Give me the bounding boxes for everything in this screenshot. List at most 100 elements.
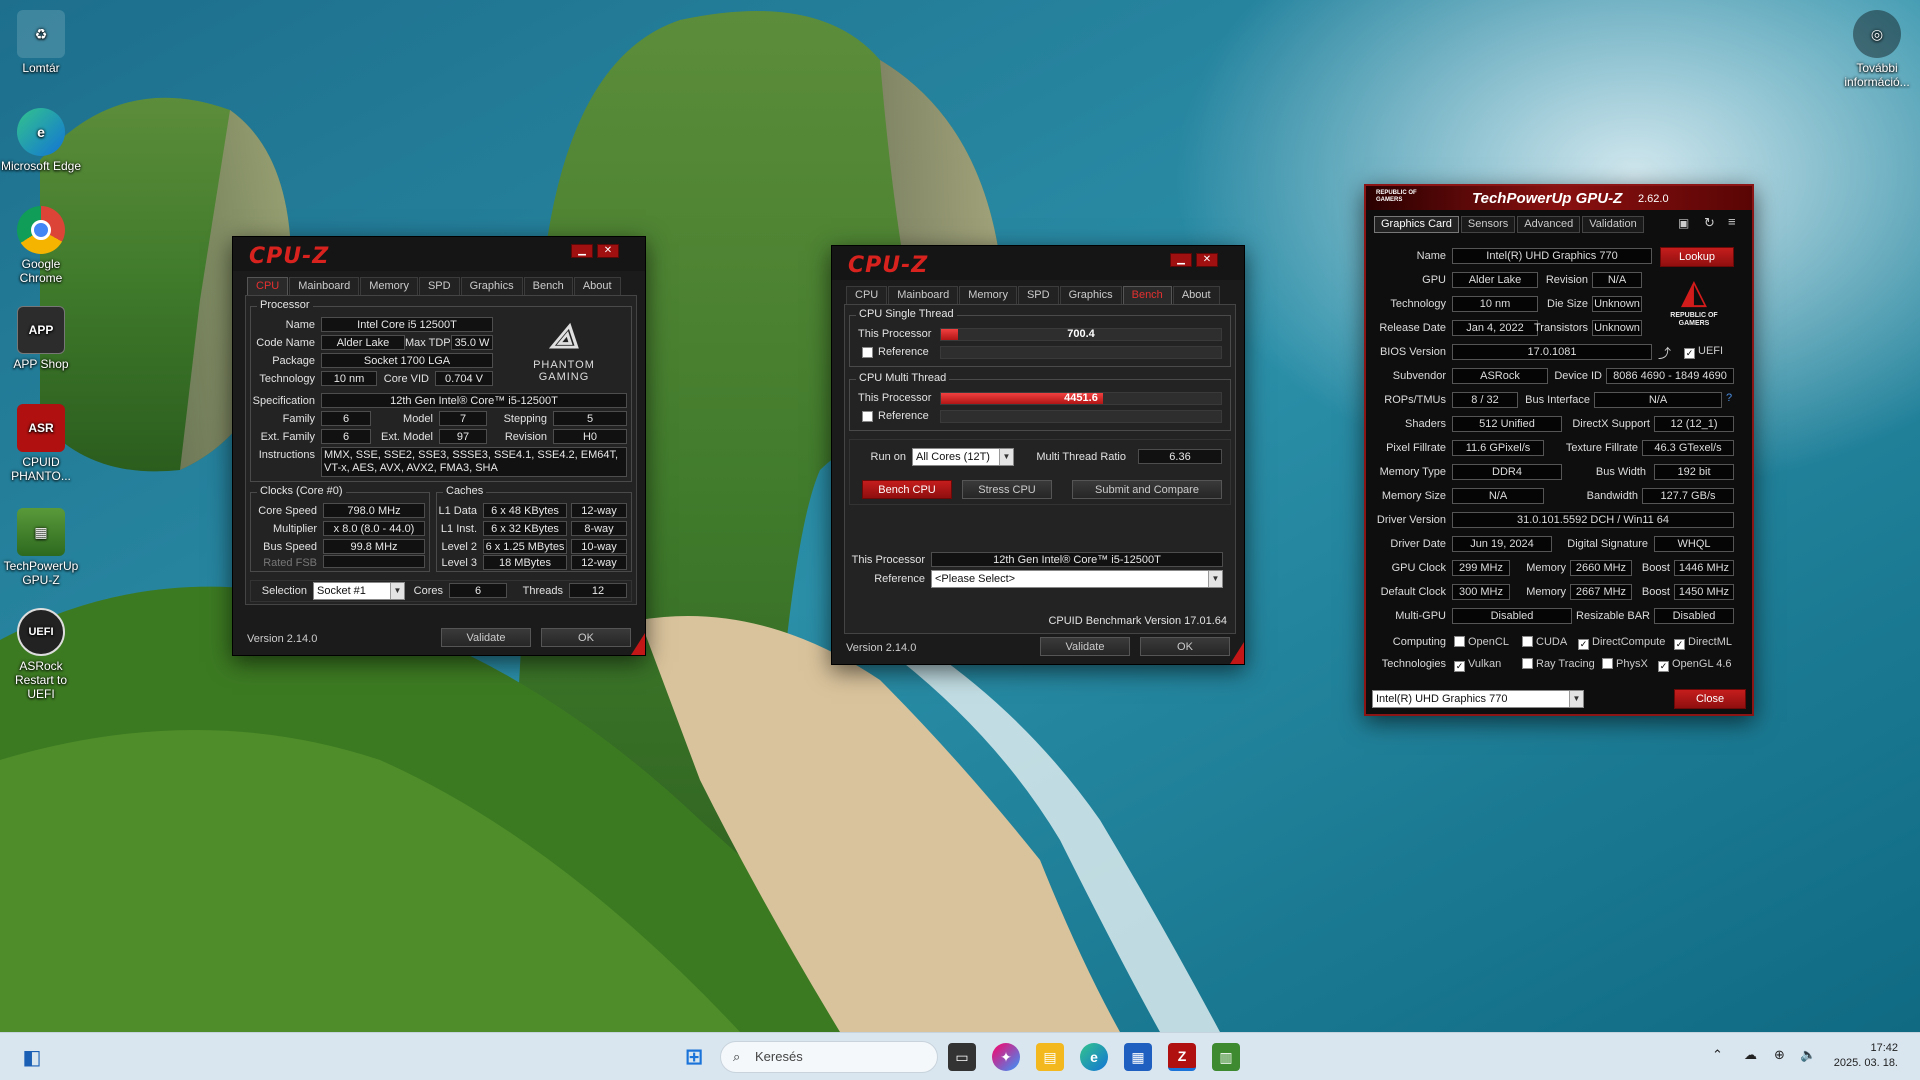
cuda-checkbox[interactable]: CUDA <box>1522 636 1567 648</box>
tab-validation[interactable]: Validation <box>1582 216 1644 233</box>
tab-sensors[interactable]: Sensors <box>1460 216 1516 233</box>
tab-graphics-card[interactable]: Graphics Card <box>1374 216 1459 233</box>
desktop-icon-cpuid[interactable]: ASR CPUID PHANTO... <box>0 404 82 483</box>
validate-button[interactable]: Validate <box>441 628 531 647</box>
uefi-checkbox[interactable]: ✓ UEFI <box>1684 345 1723 359</box>
rebar-label: Resizable BAR <box>1576 610 1650 622</box>
physx-checkbox[interactable]: PhysX <box>1602 658 1648 670</box>
validate-button[interactable]: Validate <box>1040 637 1130 656</box>
gpu-label: GPU <box>1422 274 1446 286</box>
close-button[interactable]: ✕ <box>597 244 619 258</box>
multi-reference-checkbox[interactable] <box>862 411 873 422</box>
device-select[interactable]: Intel(R) UHD Graphics 770 ▼ <box>1372 690 1584 708</box>
checkbox-icon <box>1522 658 1533 669</box>
tab-cpu[interactable]: CPU <box>846 286 888 304</box>
clock[interactable]: 17:42 2025. 03. 18. <box>1834 1041 1898 1071</box>
single-reference-checkbox[interactable] <box>862 347 873 358</box>
tab-bench[interactable]: Bench <box>523 277 573 295</box>
memtype-label: Memory Type <box>1379 466 1446 478</box>
stress-cpu-button[interactable]: Stress CPU <box>962 480 1052 499</box>
desktop-icon-app-shop[interactable]: APP APP Shop <box>0 306 82 371</box>
refresh-icon[interactable]: ↻ <box>1704 215 1715 231</box>
default-boost-label: Boost <box>1641 586 1670 598</box>
title-bar[interactable]: CPU-Z ▁ ✕ <box>233 237 645 271</box>
file-explorer-icon[interactable]: ▤ <box>1036 1043 1064 1071</box>
desktop-icon-label: További információ... <box>1844 61 1910 89</box>
desktop-icon-gpuz[interactable]: ▦ TechPowerUp GPU-Z <box>0 508 82 587</box>
tab-advanced[interactable]: Advanced <box>1517 216 1581 233</box>
tab-bench[interactable]: Bench <box>1122 286 1172 304</box>
checkbox-icon <box>1602 658 1613 669</box>
minimize-button[interactable]: ▁ <box>571 244 593 258</box>
tab-graphics[interactable]: Graphics <box>1059 286 1122 304</box>
opengl-checkbox[interactable]: ✓ OpenGL 4.6 <box>1658 658 1732 672</box>
close-button[interactable]: ✕ <box>1196 253 1218 267</box>
runon-select[interactable]: All Cores (12T) ▼ <box>912 448 1014 466</box>
tab-spd[interactable]: SPD <box>418 277 460 295</box>
title-bar[interactable]: REPUBLIC OF GAMERS TechPowerUp GPU-Z 2.6… <box>1366 186 1752 210</box>
tab-memory[interactable]: Memory <box>959 286 1017 304</box>
package-label: Package <box>272 355 315 367</box>
desktop-icon-uefi[interactable]: UEFI ASRock Restart to UEFI <box>0 608 82 701</box>
single-this-label: This Processor <box>858 328 932 340</box>
desktop-icon-more-info[interactable]: ◎ További információ... <box>1836 10 1918 89</box>
gpuz-taskbar-icon[interactable]: ▥ <box>1212 1043 1240 1071</box>
lookup-button[interactable]: Lookup <box>1660 247 1734 267</box>
opencl-checkbox[interactable]: OpenCL <box>1454 636 1509 648</box>
tab-mainboard[interactable]: Mainboard <box>289 277 360 295</box>
network-icon[interactable]: ⊕ <box>1774 1047 1785 1063</box>
tab-graphics[interactable]: Graphics <box>460 277 523 295</box>
start-icon[interactable]: ⊞ <box>680 1043 708 1071</box>
desktop-icon-recycle-bin[interactable]: ♻ Lomtár <box>0 10 82 75</box>
bench-cpu-button[interactable]: Bench CPU <box>862 480 952 499</box>
chevron-up-icon[interactable]: ⌃ <box>1712 1047 1723 1063</box>
ok-button[interactable]: OK <box>541 628 631 647</box>
brand-line-2: GAMING <box>538 371 590 383</box>
bench-controls: Run on All Cores (12T) ▼ Multi Thread Ra… <box>849 439 1231 505</box>
directml-checkbox[interactable]: ✓ DirectML <box>1674 636 1732 650</box>
raytracing-checkbox[interactable]: Ray Tracing <box>1522 658 1595 670</box>
widgets-icon[interactable]: ◧ <box>18 1043 46 1071</box>
tab-memory[interactable]: Memory <box>360 277 418 295</box>
name-value: Intel(R) UHD Graphics 770 <box>1452 248 1652 264</box>
minimize-button[interactable]: ▁ <box>1170 253 1192 267</box>
camera-icon[interactable]: ▣ <box>1678 216 1689 230</box>
extmodel-value: 97 <box>439 429 487 444</box>
desktop-icon-edge[interactable]: e Microsoft Edge <box>0 108 82 173</box>
camera-icon: ◎ <box>1853 10 1901 58</box>
checkbox-label: OpenGL 4.6 <box>1672 658 1732 670</box>
share-icon[interactable]: ⤴ <box>1658 343 1671 362</box>
reference-select[interactable]: <Please Select> ▼ <box>931 570 1223 588</box>
task-view-icon[interactable]: ▭ <box>948 1043 976 1071</box>
ok-button[interactable]: OK <box>1140 637 1230 656</box>
onedrive-icon[interactable]: ☁ <box>1744 1047 1757 1063</box>
chevron-down-icon: ▼ <box>1208 571 1222 587</box>
corevid-value: 0.704 V <box>435 371 493 386</box>
help-icon[interactable]: ? <box>1726 392 1732 404</box>
edge-taskbar-icon[interactable]: e <box>1080 1043 1108 1071</box>
menu-icon[interactable]: ≡ <box>1728 214 1736 229</box>
gpuz-window: REPUBLIC OF GAMERS TechPowerUp GPU-Z 2.6… <box>1364 184 1754 716</box>
tab-about[interactable]: About <box>1172 286 1220 304</box>
close-button[interactable]: Close <box>1674 689 1746 709</box>
bench-version-text: CPUID Benchmark Version 17.01.64 <box>1048 615 1227 627</box>
tab-cpu[interactable]: CPU <box>247 277 289 295</box>
search-input[interactable]: ⌕ Keresés <box>720 1041 938 1073</box>
submit-compare-button[interactable]: Submit and Compare <box>1072 480 1222 499</box>
title-bar[interactable]: CPU-Z ▁ ✕ <box>832 246 1244 280</box>
clock-date: 2025. 03. 18. <box>1833 1057 1898 1069</box>
directcompute-checkbox[interactable]: ✓ DirectCompute <box>1578 636 1665 650</box>
tab-spd[interactable]: SPD <box>1017 286 1059 304</box>
tab-mainboard[interactable]: Mainboard <box>888 286 959 304</box>
socket-select[interactable]: Socket #1 ▼ <box>313 582 405 600</box>
rops-value: 8 / 32 <box>1452 392 1518 408</box>
vulkan-checkbox[interactable]: ✓ Vulkan <box>1454 658 1501 672</box>
store-icon[interactable]: ▦ <box>1124 1043 1152 1071</box>
multi-thread-bar: 4451.6 <box>940 392 1222 405</box>
tab-about[interactable]: About <box>573 277 621 295</box>
copilot-icon[interactable]: ✦ <box>992 1043 1020 1071</box>
volume-icon[interactable]: 🔈 <box>1800 1047 1816 1063</box>
subvendor-value: ASRock <box>1452 368 1548 384</box>
desktop-icon-chrome[interactable]: Google Chrome <box>0 206 82 285</box>
cpuz-taskbar-icon[interactable]: Z <box>1168 1043 1196 1071</box>
